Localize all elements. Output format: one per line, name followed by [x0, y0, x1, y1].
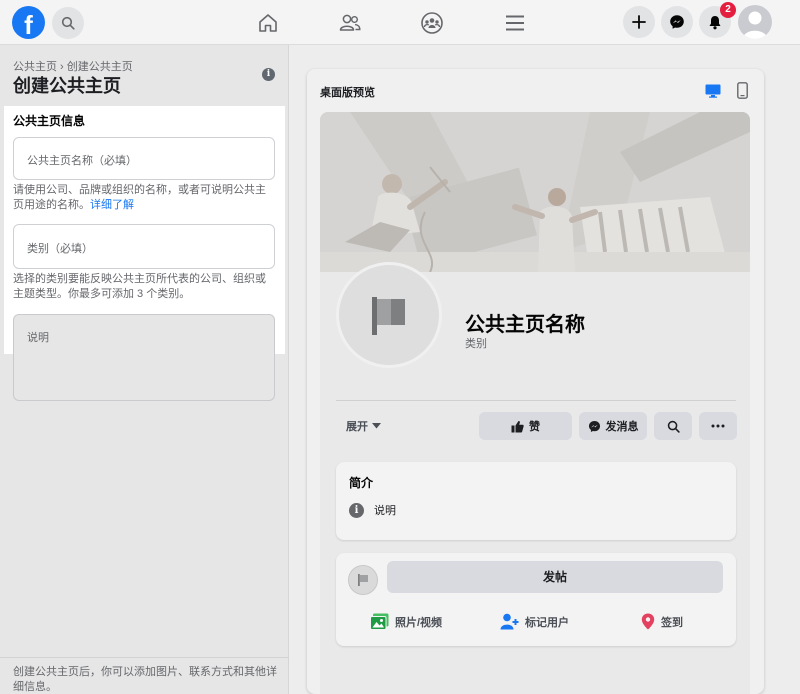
- monitor-icon: [705, 84, 721, 98]
- cover-photo: [320, 112, 750, 273]
- preview-page-category: 类别: [465, 338, 487, 350]
- user-silhouette-icon: [743, 11, 767, 39]
- post-avatar: [348, 565, 378, 595]
- checkin-action[interactable]: 签到: [641, 613, 683, 630]
- bottom-note: 创建公共主页后，你可以添加图片、联系方式和其他详细信息。: [0, 657, 289, 694]
- photo-video-label: 照片/视频: [395, 616, 443, 629]
- page-name-helper-text: 请使用公司、品牌或组织的名称，或者可说明公共主页用途的名称。: [13, 184, 266, 211]
- category-placeholder: 类别（必填）: [27, 243, 93, 255]
- page-name-field[interactable]: 公共主页名称（必填）: [13, 137, 275, 180]
- flag-icon: [358, 574, 368, 586]
- create-post-card: 发帖 照片/视频 标记用户 签到: [336, 553, 736, 646]
- logo-letter: f: [24, 10, 33, 39]
- photo-video-action[interactable]: 照片/视频: [370, 613, 442, 630]
- category-helper: 选择的类别要能反映公共主页所代表的公司、组织或主题类型。你最多可添加 3 个类别…: [13, 273, 266, 300]
- menu-icon: [506, 15, 524, 31]
- top-navigation-bar: f 2: [0, 0, 800, 45]
- create-button[interactable]: [623, 6, 655, 38]
- notification-badge: 2: [720, 2, 736, 18]
- search-icon: [667, 420, 680, 433]
- friends-icon: [339, 14, 361, 31]
- mobile-view-toggle[interactable]: [737, 82, 748, 99]
- caret-down-icon: [372, 423, 381, 429]
- thumbs-up-icon: [511, 420, 524, 432]
- like-button[interactable]: 赞: [479, 412, 572, 440]
- page-search-button[interactable]: [654, 412, 692, 440]
- bottom-note-text: 创建公共主页后，你可以添加图片、联系方式和其他详细信息。: [13, 666, 277, 693]
- checkin-label: 签到: [661, 616, 683, 629]
- message-button[interactable]: 发消息: [579, 412, 647, 440]
- learn-more-link[interactable]: 详细了解: [90, 199, 134, 211]
- photo-icon: [370, 613, 389, 630]
- expand-label: 展开: [346, 421, 368, 433]
- nav-home[interactable]: [255, 10, 281, 36]
- search-button[interactable]: [52, 7, 84, 39]
- section-title: 公共主页信息: [13, 114, 86, 128]
- about-description-row: i 说明: [349, 502, 396, 518]
- facebook-logo[interactable]: f: [12, 6, 45, 39]
- messenger-icon: [588, 420, 600, 432]
- messenger-icon: [670, 15, 684, 29]
- plus-icon: [632, 15, 646, 29]
- profile-picture: [336, 262, 442, 368]
- like-label: 赞: [529, 421, 540, 433]
- divider: [336, 400, 736, 401]
- flag-icon: [372, 297, 405, 335]
- about-description: 说明: [374, 505, 396, 517]
- desktop-view-toggle[interactable]: [705, 84, 721, 98]
- category-field[interactable]: 类别（必填）: [13, 224, 275, 269]
- page-title: 创建公共主页: [13, 76, 121, 96]
- desktop-preview-card: 桌面版预览 公共主页名称 类别 展开 赞 发消息 简介 i 说明 发帖 照片/视…: [307, 69, 764, 694]
- page-name-helper: 请使用公司、品牌或组织的名称，或者可说明公共主页用途的名称。详细了解: [13, 183, 275, 213]
- account-avatar[interactable]: [738, 5, 772, 39]
- cover-illustration: [320, 112, 750, 273]
- messenger-button[interactable]: [661, 6, 693, 38]
- tag-users-label: 标记用户: [525, 616, 569, 629]
- more-dots-icon: [711, 424, 725, 428]
- page-name-placeholder: 公共主页名称（必填）: [27, 155, 137, 167]
- tag-users-action[interactable]: 标记用户: [500, 613, 569, 630]
- location-pin-icon: [641, 613, 655, 630]
- bell-icon: [709, 15, 721, 29]
- post-button[interactable]: 发帖: [387, 561, 723, 593]
- message-label: 发消息: [605, 421, 639, 433]
- home-icon: [259, 14, 277, 32]
- preview-page-name: 公共主页名称: [465, 314, 585, 336]
- about-card: 简介 i 说明: [336, 462, 736, 540]
- about-title: 简介: [349, 476, 374, 490]
- nav-groups[interactable]: [419, 10, 445, 36]
- info-icon: i: [349, 502, 364, 518]
- more-options-button[interactable]: [699, 412, 737, 440]
- nav-menu[interactable]: [502, 10, 528, 36]
- groups-icon: [421, 12, 443, 34]
- description-placeholder: 说明: [27, 332, 49, 344]
- tag-user-icon: [500, 613, 519, 630]
- phone-icon: [737, 82, 748, 99]
- page-preview: 公共主页名称 类别 展开 赞 发消息 简介 i 说明 发帖 照片/视频 标记用户…: [320, 112, 750, 694]
- nav-friends[interactable]: [337, 10, 363, 36]
- description-field[interactable]: 说明: [13, 314, 275, 401]
- search-icon: [61, 16, 75, 30]
- preview-title: 桌面版预览: [320, 87, 375, 99]
- expand-tab[interactable]: 展开: [346, 418, 381, 434]
- info-icon[interactable]: i: [262, 68, 275, 81]
